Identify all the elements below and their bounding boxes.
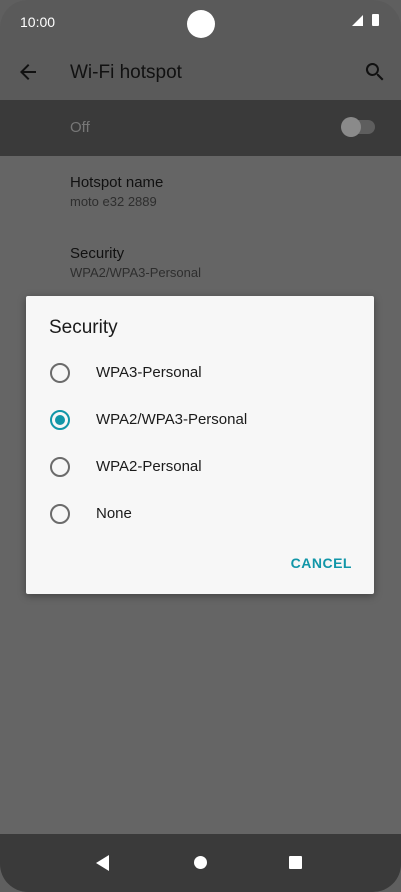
back-arrow-icon[interactable] [16, 60, 40, 84]
navigation-bar [0, 834, 401, 892]
radio-button[interactable] [50, 504, 70, 524]
option-label: WPA2-Personal [96, 458, 202, 475]
option-label: None [96, 505, 132, 522]
phone-screen: 10:00 Wi-Fi hotspot Off Hotspot name mot… [0, 0, 401, 892]
option-wpa3-personal[interactable]: WPA3-Personal [48, 356, 348, 392]
pref-hotspot-name[interactable]: Hotspot name moto e32 2889 [70, 174, 163, 209]
radio-button[interactable] [50, 363, 70, 383]
pref-subtitle: moto e32 2889 [70, 194, 157, 209]
pref-subtitle: WPA2/WPA3-Personal [70, 265, 202, 280]
hotspot-toggle-row[interactable]: Off [0, 100, 401, 156]
app-bar: Wi-Fi hotspot [0, 46, 401, 100]
status-bar: 10:00 [0, 0, 401, 46]
toggle-label: Off [70, 119, 90, 136]
pref-title: Security [70, 245, 125, 262]
option-label: WPA3-Personal [96, 364, 202, 381]
radio-button-selected[interactable] [50, 410, 70, 430]
radio-button[interactable] [50, 457, 70, 477]
option-wpa2-wpa3-personal[interactable]: WPA2/WPA3-Personal [48, 403, 348, 439]
hotspot-switch[interactable] [341, 117, 375, 137]
dialog-title: Security [49, 317, 118, 338]
camera-cutout [187, 10, 215, 38]
option-none[interactable]: None [48, 497, 348, 533]
option-wpa2-personal[interactable]: WPA2-Personal [48, 450, 348, 486]
switch-knob [341, 117, 361, 137]
pref-title: Hotspot name [70, 174, 164, 191]
option-label: WPA2/WPA3-Personal [96, 411, 248, 428]
signal-icon [352, 15, 363, 26]
search-icon[interactable] [363, 60, 387, 84]
status-time: 10:00 [20, 14, 56, 30]
cancel-button[interactable]: CANCEL [291, 555, 352, 571]
battery-icon [372, 14, 379, 26]
nav-back-icon[interactable] [96, 855, 109, 871]
nav-home-icon[interactable] [194, 856, 207, 869]
page-title: Wi-Fi hotspot [70, 62, 182, 83]
nav-recents-icon[interactable] [289, 856, 302, 869]
security-dialog: Security WPA3-Personal WPA2/WPA3-Persona… [26, 296, 374, 594]
pref-security[interactable]: Security WPA2/WPA3-Personal [70, 245, 201, 280]
